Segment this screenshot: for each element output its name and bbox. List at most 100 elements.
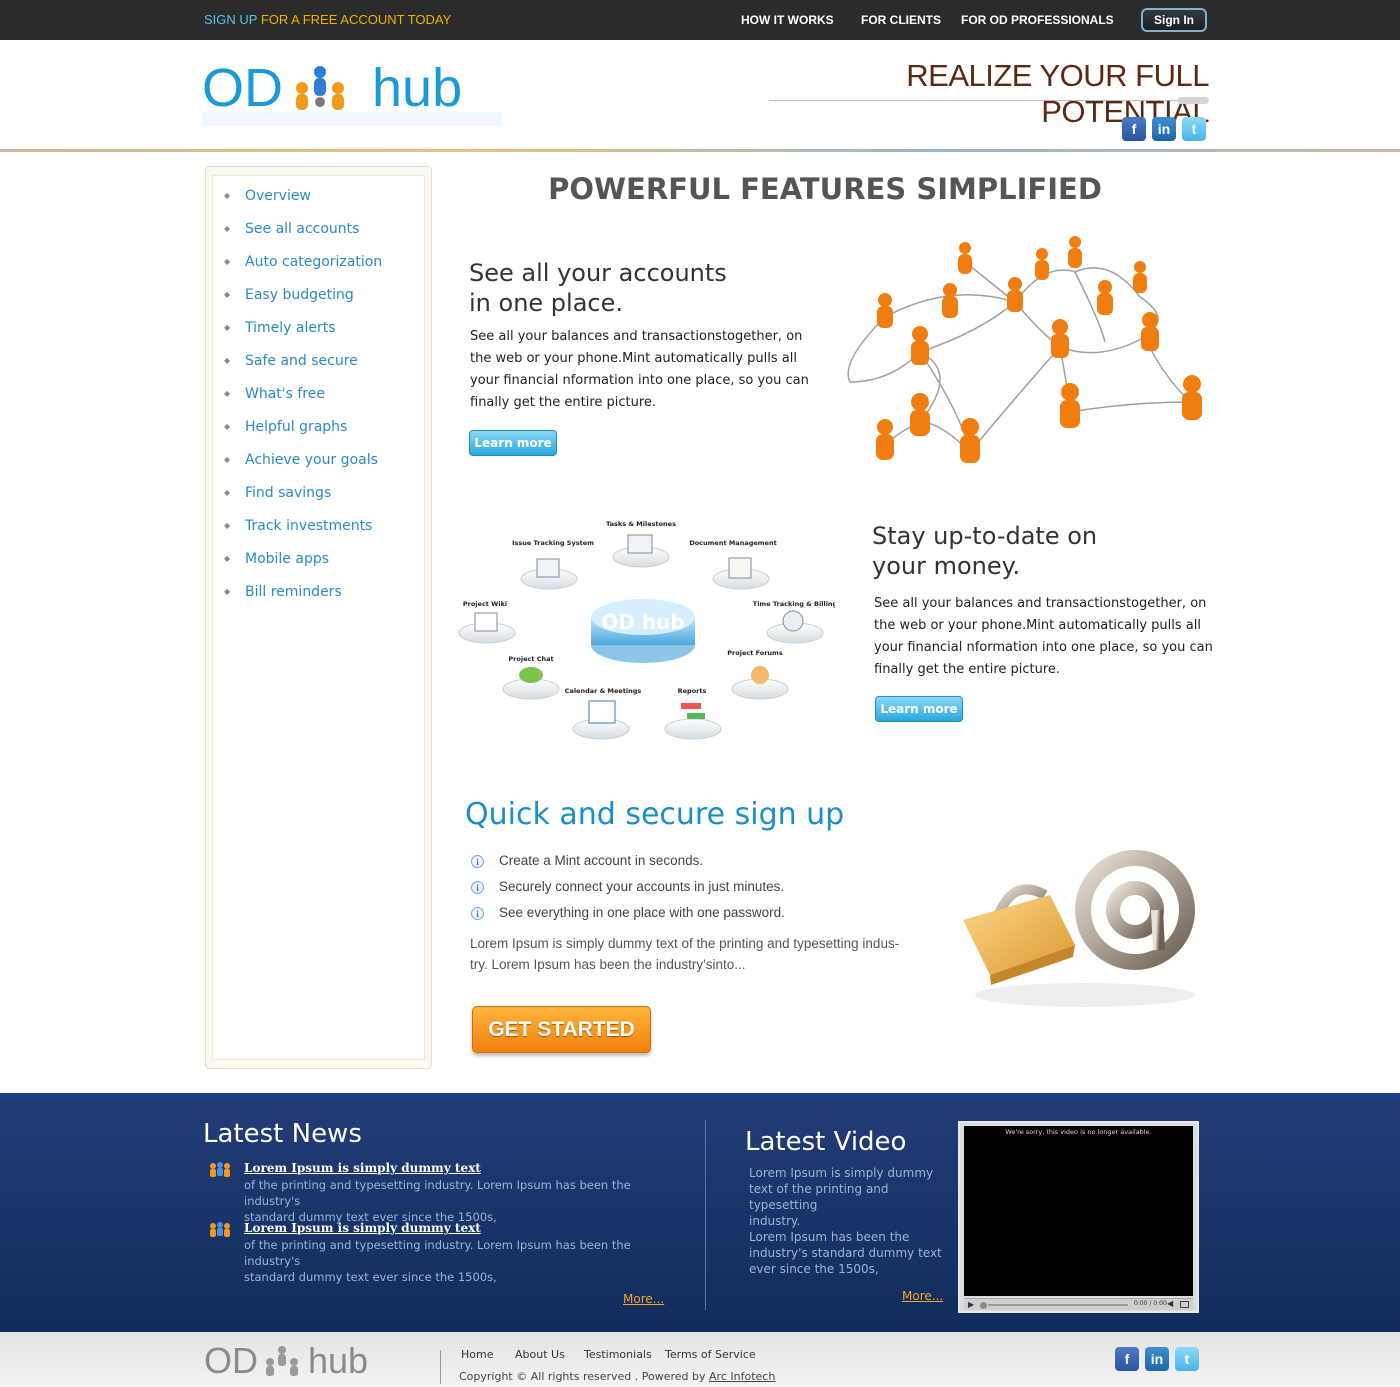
nav-for-od-professionals[interactable]: FOR OD PROFESSIONALS: [961, 13, 1114, 27]
feature2-body-line: See all your balances and transactionsto…: [874, 596, 1207, 611]
feature2-body: See all your balances and transactionsto…: [874, 593, 1213, 681]
sidebar-item-find-savings[interactable]: Find savings: [245, 485, 331, 501]
sign-in-button[interactable]: Sign In: [1141, 8, 1207, 32]
news-title-link[interactable]: Lorem Ipsum is simply dummy text: [244, 1221, 481, 1235]
video-unavailable-message: We're sorry, this video is no longer ava…: [1005, 1128, 1152, 1136]
video-player[interactable]: We're sorry, this video is no longer ava…: [958, 1121, 1199, 1313]
bullet-icon: ◆: [224, 587, 231, 596]
video-screen[interactable]: We're sorry, this video is no longer ava…: [964, 1126, 1193, 1296]
seek-handle[interactable]: [980, 1302, 987, 1309]
news-title-link[interactable]: Lorem Ipsum is simply dummy text: [244, 1161, 481, 1175]
latest-news-title: Latest News: [203, 1119, 362, 1149]
diagram-node-label: Tasks & Milestones: [606, 520, 676, 528]
sidebar-item-overview[interactable]: Overview: [245, 188, 311, 204]
news-people-icon: [210, 1162, 230, 1177]
signup-rest: FOR A FREE ACCOUNT TODAY: [257, 12, 452, 27]
sidebar-item-helpful-graphs[interactable]: Helpful graphs: [245, 419, 347, 435]
footer-divider: [705, 1120, 706, 1310]
learn-more-button-2[interactable]: Learn more: [875, 696, 963, 722]
get-started-button[interactable]: GET STARTED: [472, 1006, 651, 1053]
footer-logo-hub-text: hub: [308, 1340, 368, 1381]
diagram-node-label: Project Wiki: [463, 600, 507, 608]
nav-how-it-works[interactable]: HOW IT WORKS: [741, 13, 834, 27]
footer-link-about-us[interactable]: About Us: [515, 1348, 565, 1361]
feature1-body-line: See all your balances and transactionsto…: [470, 329, 803, 344]
fullscreen-icon[interactable]: [1180, 1301, 1189, 1308]
facebook-icon[interactable]: f: [1122, 117, 1146, 141]
sidebar-item-bill-reminders[interactable]: Bill reminders: [245, 584, 342, 600]
sidebar-item-track-investments[interactable]: Track investments: [245, 518, 372, 534]
news-excerpt-line: standard dummy text ever since the 1500s…: [244, 1270, 497, 1284]
video-description: Lorem Ipsum has been the industry's stan…: [749, 1229, 949, 1277]
video-description: Lorem Ipsum is simply dummy text of the …: [749, 1165, 949, 1229]
sidebar-item-whats-free[interactable]: What's free: [245, 386, 325, 402]
logo-od-text: OD: [202, 58, 283, 118]
padlock-at-image: [963, 850, 1195, 1007]
feature2-body-line: finally get the entire picture.: [874, 662, 1061, 677]
feature2-heading-line2: your money.: [872, 552, 1021, 580]
footer-linkedin-icon[interactable]: in: [1145, 1347, 1169, 1371]
learn-more-button[interactable]: Learn more: [469, 430, 557, 456]
video-description-line: ever since the 1500s,: [749, 1262, 879, 1276]
bullet-icon: ◆: [224, 356, 231, 365]
copyright-text: Copyright © All rights reserved . Powere…: [459, 1370, 775, 1383]
powered-by-link[interactable]: Arc Infotech: [709, 1370, 775, 1383]
info-icon: i: [471, 855, 484, 868]
sidebar-item-easy-budgeting[interactable]: Easy budgeting: [245, 287, 354, 303]
signup-description-line: Lorem Ipsum is simply dummy text of the …: [470, 936, 900, 951]
odhub-logo[interactable]: OD hub: [202, 58, 502, 130]
footer-separator: [440, 1350, 441, 1384]
sidebar-item-timely-alerts[interactable]: Timely alerts: [245, 320, 336, 336]
diagram-node-label: Time Tracking & Billing: [753, 600, 835, 608]
signup-benefit: See everything in one place with one pas…: [499, 905, 785, 920]
diagram-node-label: Reports: [678, 687, 707, 695]
news-excerpt-line: of the printing and typesetting industry…: [244, 1238, 631, 1268]
footer-top-stripe: [0, 1093, 1400, 1099]
feature1-body-line: finally get the entire picture.: [470, 395, 657, 410]
bullet-icon: ◆: [224, 389, 231, 398]
twitter-icon[interactable]: t: [1182, 117, 1206, 141]
video-description-line: Lorem Ipsum has been the: [749, 1230, 910, 1244]
latest-video-title: Latest Video: [745, 1127, 907, 1157]
diagram-node-label: Project Forums: [727, 649, 783, 657]
seek-bar[interactable]: [988, 1304, 1128, 1306]
footer-link-testimonials[interactable]: Testimonials: [584, 1348, 652, 1361]
feature1-body-line: the web or your phone.Mint automatically…: [470, 351, 797, 366]
feature2-body-line: the web or your phone.Mint automatically…: [874, 618, 1201, 633]
video-more-link[interactable]: More...: [902, 1289, 943, 1303]
sidebar-item-auto-categorization[interactable]: Auto categorization: [245, 254, 382, 270]
nav-for-clients[interactable]: FOR CLIENTS: [861, 13, 941, 27]
volume-icon[interactable]: ◀: [1167, 1299, 1173, 1308]
network-people-image: [847, 236, 1202, 463]
video-description-line: text of the printing and typesetting: [749, 1182, 889, 1212]
sidebar-item-see-all-accounts[interactable]: See all accounts: [245, 221, 359, 237]
play-icon[interactable]: ▶: [968, 1300, 974, 1309]
footer-logo-people-icon: [266, 1346, 298, 1376]
feature1-body-line: your financial nformation into one place…: [470, 373, 809, 388]
diagram-node-label: Issue Tracking System: [512, 539, 594, 547]
od-hub-diagram: OD hub Tasks & Milestones Issue Tracking…: [458, 520, 835, 740]
bullet-icon: ◆: [224, 257, 231, 266]
video-description-line: industry's standard dummy text: [749, 1246, 942, 1260]
sidebar-item-achieve-your-goals[interactable]: Achieve your goals: [245, 452, 378, 468]
news-more-link[interactable]: More...: [623, 1292, 664, 1306]
bullet-icon: ◆: [224, 455, 231, 464]
footer-link-home[interactable]: Home: [461, 1348, 493, 1361]
bullet-icon: ◆: [224, 521, 231, 530]
video-controls: ▶ 0:00 / 0:00 ◀: [964, 1298, 1193, 1310]
video-description-line: Lorem Ipsum is simply dummy: [749, 1166, 934, 1180]
signup-description-line: try. Lorem Ipsum has been the industry's…: [470, 957, 746, 972]
footer-link-terms-of-service[interactable]: Terms of Service: [665, 1348, 756, 1361]
signup-description: Lorem Ipsum is simply dummy text of the …: [470, 933, 930, 975]
footer-logo[interactable]: OD hub: [204, 1340, 384, 1384]
sidebar-item-safe-and-secure[interactable]: Safe and secure: [245, 353, 358, 369]
footer-twitter-icon[interactable]: t: [1175, 1347, 1199, 1371]
footer-facebook-icon[interactable]: f: [1115, 1347, 1139, 1371]
linkedin-icon[interactable]: in: [1152, 117, 1176, 141]
bullet-icon: ◆: [224, 488, 231, 497]
header-divider: [0, 149, 1400, 152]
feature2-heading: Stay up-to-date on your money.: [872, 521, 1097, 581]
video-description-line: industry.: [749, 1214, 801, 1228]
sidebar-item-mobile-apps[interactable]: Mobile apps: [245, 551, 329, 567]
signup-promo-link[interactable]: SIGN UP FOR A FREE ACCOUNT TODAY: [204, 12, 451, 27]
